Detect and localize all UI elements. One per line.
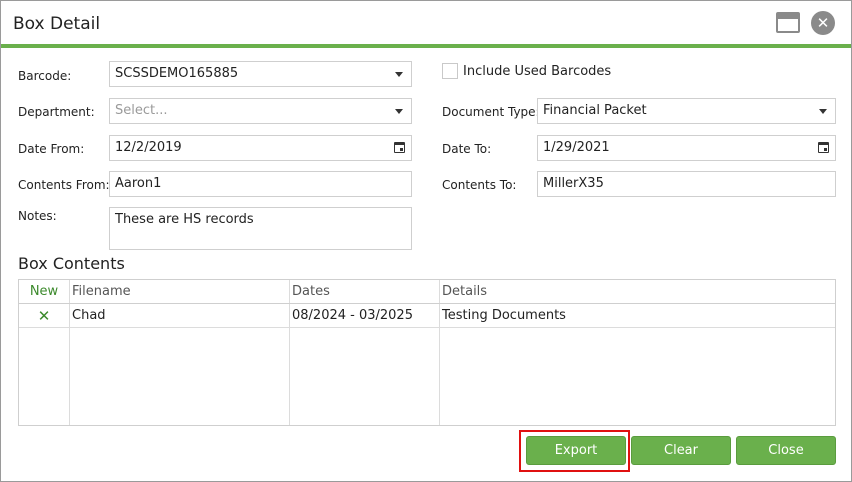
department-select[interactable]: Select... bbox=[109, 98, 412, 124]
clear-button[interactable]: Clear bbox=[631, 436, 731, 465]
notes-label: Notes: bbox=[18, 209, 57, 223]
notes-textarea[interactable]: These are HS records bbox=[109, 207, 412, 250]
chevron-down-icon bbox=[395, 72, 403, 77]
contents-to-label: Contents To: bbox=[442, 178, 517, 192]
box-contents-title: Box Contents bbox=[18, 254, 125, 273]
contents-to-input[interactable]: MillerX35 bbox=[537, 171, 836, 197]
details-column-header[interactable]: Details bbox=[442, 280, 487, 304]
row-dates: 08/2024 - 03/2025 bbox=[292, 308, 413, 323]
chevron-down-icon bbox=[819, 109, 827, 114]
window-maximize-icon[interactable] bbox=[776, 12, 800, 33]
box-detail-dialog: Box Detail ✕ Barcode: SCSSDEMO165885 Inc… bbox=[0, 0, 852, 482]
chevron-down-icon bbox=[395, 109, 403, 114]
barcode-label: Barcode: bbox=[18, 69, 72, 83]
date-to-value: 1/29/2021 bbox=[543, 140, 610, 155]
barcode-select[interactable]: SCSSDEMO165885 bbox=[109, 61, 412, 87]
contents-to-value: MillerX35 bbox=[543, 176, 604, 191]
document-type-select[interactable]: Financial Packet bbox=[537, 98, 836, 124]
date-from-input[interactable]: 12/2/2019 bbox=[109, 135, 412, 161]
include-used-barcodes-checkbox[interactable] bbox=[442, 63, 458, 79]
calendar-icon[interactable] bbox=[394, 142, 405, 153]
export-button[interactable]: Export bbox=[526, 436, 626, 465]
contents-from-label: Contents From: bbox=[18, 178, 110, 192]
date-to-input[interactable]: 1/29/2021 bbox=[537, 135, 836, 161]
date-from-label: Date From: bbox=[18, 142, 85, 156]
new-row-link[interactable]: New bbox=[19, 280, 69, 304]
grid-header-row: New Filename Dates Details bbox=[19, 280, 835, 304]
close-icon[interactable]: ✕ bbox=[811, 11, 835, 35]
row-filename: Chad bbox=[72, 308, 106, 323]
delete-row-icon[interactable]: ✕ bbox=[19, 304, 69, 328]
filename-column-header[interactable]: Filename bbox=[72, 280, 131, 304]
contents-from-input[interactable]: Aaron1 bbox=[109, 171, 412, 197]
date-from-value: 12/2/2019 bbox=[115, 140, 182, 155]
document-type-value: Financial Packet bbox=[543, 103, 647, 118]
dialog-title: Box Detail bbox=[13, 14, 101, 34]
box-contents-grid: New Filename Dates Details ✕ Chad 08/202… bbox=[18, 279, 836, 426]
dates-column-header[interactable]: Dates bbox=[292, 280, 330, 304]
close-button[interactable]: Close bbox=[736, 436, 836, 465]
table-row[interactable]: ✕ Chad 08/2024 - 03/2025 Testing Documen… bbox=[19, 304, 835, 328]
calendar-icon[interactable] bbox=[818, 142, 829, 153]
barcode-value: SCSSDEMO165885 bbox=[115, 66, 239, 81]
date-to-label: Date To: bbox=[442, 142, 492, 156]
document-type-label: Document Type: bbox=[442, 105, 540, 119]
dialog-titlebar: Box Detail ✕ bbox=[1, 1, 851, 48]
include-used-barcodes-label: Include Used Barcodes bbox=[463, 64, 612, 79]
department-placeholder: Select... bbox=[115, 103, 168, 118]
contents-from-value: Aaron1 bbox=[115, 176, 162, 191]
department-label: Department: bbox=[18, 105, 95, 119]
row-details: Testing Documents bbox=[442, 308, 566, 323]
notes-value: These are HS records bbox=[115, 212, 254, 227]
